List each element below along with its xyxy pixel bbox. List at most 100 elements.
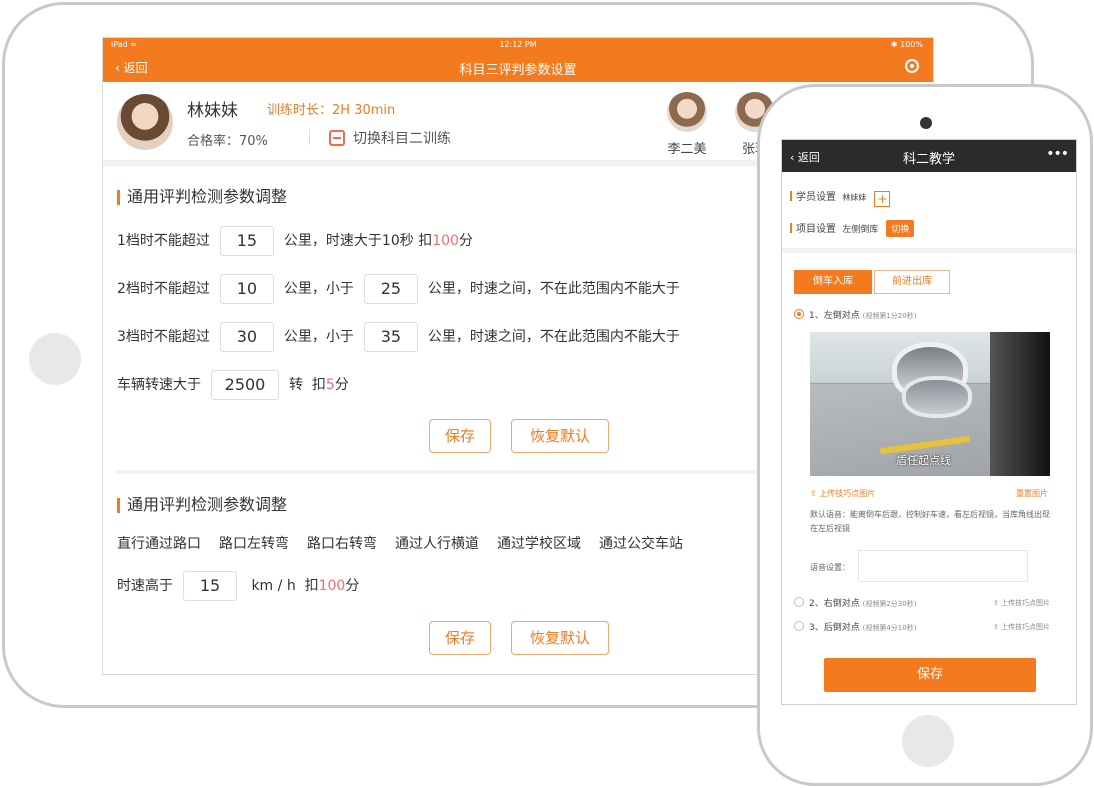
row-text: 公里，时速之间，不在此范围内不能大于 — [427, 329, 680, 345]
more-icon[interactable]: ••• — [1046, 146, 1069, 162]
student-setting-row: 学员设置 林妹妹 + — [790, 188, 891, 207]
clock: 12:12 PM — [499, 40, 537, 49]
scenario-options: 直行通过路口 路口左转弯 路口右转弯 通过人行横道 通过学校区域 通过公交车站 — [117, 534, 701, 554]
rpm-input[interactable]: 2500 — [211, 370, 279, 400]
reset-photo-link[interactable]: 重置图片 — [1016, 488, 1048, 499]
reset-default-button[interactable]: 恢复默认 — [511, 621, 609, 655]
voice-setting-input[interactable] — [858, 550, 1028, 582]
setting-value: 左侧倒库 — [842, 225, 879, 235]
step-item-2[interactable]: 2、右倒对点 (视频第2分30秒) — [794, 596, 916, 609]
radio-unselected[interactable] — [794, 621, 804, 631]
switch-subject-button[interactable]: 切换科目二训练 — [329, 128, 451, 148]
deduct-label: 扣 — [418, 233, 433, 249]
gear1-row: 1档时不能超过 15 公里，时速大于10秒 扣100分 — [117, 226, 473, 256]
row-label: 时速高于 — [117, 578, 173, 594]
photo-mirror — [902, 376, 972, 418]
row-label: 1档时不能超过 — [117, 233, 210, 249]
radio-unselected[interactable] — [794, 597, 804, 607]
row-text: 转 — [289, 377, 303, 393]
phone-frame: ‹ 返回 科二教学 ••• 学员设置 林妹妹 + 项目设置 左侧倒库 切换 倒车入库… — [757, 84, 1093, 786]
scenario-option[interactable]: 路口右转弯 — [307, 536, 377, 552]
scenario-option[interactable]: 直行通过路口 — [117, 536, 201, 552]
radio-selected[interactable] — [794, 309, 804, 319]
upload-label: 上传技巧点图片 — [1001, 599, 1050, 607]
gear2-max-input[interactable]: 25 — [363, 274, 418, 304]
step-label: 3、后倒对点 — [809, 623, 860, 633]
switch-project-button[interactable]: 切换 — [886, 220, 915, 237]
student-name: 林妹妹 — [187, 101, 238, 121]
page-title: 科二教学 — [902, 152, 955, 167]
reset-default-button[interactable]: 恢复默认 — [511, 419, 609, 453]
scenario-option[interactable]: 通过学校区域 — [497, 536, 581, 552]
step-photo: 盾任起点线 — [810, 332, 1050, 476]
page-title: 科目三评判参数设置 — [459, 63, 577, 78]
training-time: 训练时长：2H 30min — [267, 103, 396, 118]
upload-photo-link[interactable]: ⇪ 上传技巧点图片 — [810, 488, 875, 499]
step-item-1[interactable]: 1、左倒对点 (视频第1分20秒) — [794, 308, 916, 321]
rpm-row: 车辆转速大于 2500 转 扣5分 — [117, 370, 349, 400]
row-label: 车辆转速大于 — [117, 377, 201, 393]
scenario-option[interactable]: 路口左转弯 — [219, 536, 289, 552]
gear1-speed-input[interactable]: 15 — [219, 226, 274, 256]
speed-row: 时速高于 15 km / h 扣100分 — [117, 571, 359, 601]
switch-subject-label: 切换科目二训练 — [353, 131, 451, 147]
deduct-unit: 分 — [345, 578, 360, 594]
deduct-value: 5 — [325, 377, 335, 393]
gear2-min-input[interactable]: 10 — [219, 274, 274, 304]
camera — [920, 117, 932, 129]
section-divider — [782, 248, 1076, 253]
phone-nav-bar: ‹ 返回 科二教学 ••• — [782, 140, 1076, 172]
save-button[interactable]: 保存 — [429, 419, 491, 453]
step-note: (视频第1分20秒) — [862, 312, 917, 320]
student-avatar-item[interactable]: 李二美 — [667, 92, 707, 157]
gear3-min-input[interactable]: 30 — [219, 322, 274, 352]
nav-bar: ‹ 返回 科目三评判参数设置 — [103, 52, 933, 82]
gear3-max-input[interactable]: 35 — [363, 322, 418, 352]
pass-rate: 合格率：70% — [187, 134, 268, 149]
tab-reverse-park[interactable]: 倒车入库 — [794, 270, 872, 294]
student-avatar-name: 李二美 — [667, 142, 707, 157]
photo-caption: 盾任起点线 — [896, 454, 951, 467]
photo-car — [990, 332, 1050, 476]
gear-icon[interactable] — [905, 59, 919, 73]
tablet-home-button[interactable] — [29, 333, 81, 385]
step-note: (视频第4分10秒) — [862, 624, 917, 632]
save-button[interactable]: 保存 — [824, 658, 1036, 692]
upload-photo-link[interactable]: ⇪ 上传技巧点图片 — [993, 598, 1050, 608]
avatar — [667, 92, 707, 132]
deduct-label: 扣 — [311, 377, 326, 393]
add-student-button[interactable]: + — [874, 191, 891, 207]
scenario-option[interactable]: 通过公交车站 — [599, 536, 683, 552]
row-text: km / h — [251, 578, 296, 594]
project-setting-row: 项目设置 左侧倒库 切换 — [790, 220, 915, 237]
voice-setting-label: 语音设置： — [810, 563, 850, 572]
upload-photo-link[interactable]: ⇪ 上传技巧点图片 — [993, 622, 1050, 632]
deduct-value: 100 — [318, 578, 346, 594]
deduct-unit: 分 — [458, 233, 473, 249]
row-label: 3档时不能超过 — [117, 329, 210, 345]
save-button[interactable]: 保存 — [429, 621, 491, 655]
row-text: 公里，时速之间，不在此范围内不能大于 — [427, 281, 680, 297]
phone-screen: ‹ 返回 科二教学 ••• 学员设置 林妹妹 + 项目设置 左侧倒库 切换 倒车入库… — [781, 139, 1077, 705]
accent-bar — [790, 191, 792, 201]
default-voice-text: 默认语音：能离倒车后跟，控制好车速，看左后视镜，当库角线出现在左后视镜 — [810, 510, 1050, 533]
avatar — [117, 94, 173, 150]
scenario-option[interactable]: 通过人行横道 — [395, 536, 479, 552]
divider — [309, 129, 310, 145]
deduct-value: 100 — [432, 233, 459, 249]
step-item-3[interactable]: 3、后倒对点 (视频第4分10秒) — [794, 620, 916, 633]
upload-label: 上传技巧点图片 — [819, 489, 876, 498]
tab-forward-exit[interactable]: 前进出库 — [874, 270, 950, 294]
row-label: 2档时不能超过 — [117, 281, 210, 297]
deduct-unit: 分 — [334, 377, 349, 393]
setting-value: 林妹妹 — [842, 193, 867, 202]
scan-icon — [329, 130, 345, 146]
phone-home-button[interactable] — [902, 715, 954, 767]
gear2-row: 2档时不能超过 10 公里，小于 25 公里，时速之间，不在此范围内不能大于 — [117, 274, 680, 304]
setting-label: 项目设置 — [796, 224, 836, 235]
step-note: (视频第2分30秒) — [862, 600, 917, 608]
setting-label: 学员设置 — [796, 192, 836, 203]
step-label: 2、右倒对点 — [809, 599, 860, 609]
speed-input[interactable]: 15 — [183, 571, 237, 601]
status-bar: iPad ≈ 12:12 PM ✱ 100% — [103, 38, 933, 52]
